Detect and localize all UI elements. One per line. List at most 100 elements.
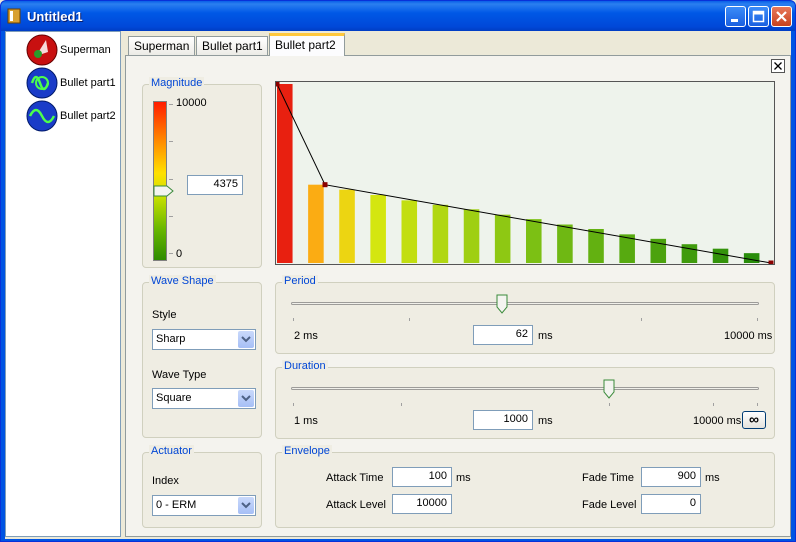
duration-input[interactable]: 1000 xyxy=(473,410,533,430)
envelope-point[interactable] xyxy=(768,260,774,266)
effect-label: Bullet part2 xyxy=(60,110,116,122)
effect-item-bullet-part2[interactable]: Bullet part2 xyxy=(26,100,120,132)
effect-graph-svg xyxy=(274,81,774,266)
chevron-down-icon[interactable] xyxy=(238,390,254,407)
chevron-down-icon[interactable] xyxy=(238,497,254,514)
duration-slider-thumb[interactable] xyxy=(603,379,615,399)
tab-bullet-part2[interactable]: Bullet part2 xyxy=(269,33,345,56)
graph-bar xyxy=(308,184,324,263)
app-icon xyxy=(7,8,21,24)
graph-bar xyxy=(432,204,449,263)
tab-superman[interactable]: Superman xyxy=(128,36,195,55)
magnitude-tick xyxy=(169,216,173,217)
window-title: Untitled1 xyxy=(27,9,83,24)
duration-tick xyxy=(713,403,714,406)
duration-min-label: 1 ms xyxy=(294,415,318,427)
attack-time-label: Attack Time xyxy=(326,472,384,484)
duration-title: Duration xyxy=(282,360,328,372)
duration-max-label: 10000 ms xyxy=(693,415,742,427)
duration-unit: ms xyxy=(538,415,553,427)
index-label: Index xyxy=(152,475,179,487)
attack-time-input[interactable]: 100 xyxy=(392,467,452,487)
superman-icon xyxy=(26,34,58,66)
attack-time-unit: ms xyxy=(456,472,471,484)
effect-item-superman[interactable]: Superman xyxy=(26,34,120,66)
tab-bullet-part1[interactable]: Bullet part1 xyxy=(196,36,268,55)
duration-slider-track[interactable] xyxy=(291,387,759,390)
chevron-down-icon[interactable] xyxy=(238,331,254,348)
client-area: Superman Bullet part1 Bullet part2 Super… xyxy=(5,31,791,539)
envelope-title: Envelope xyxy=(282,445,332,457)
period-tick xyxy=(293,318,294,321)
graph-bar xyxy=(339,189,355,263)
waveshape-title: Wave Shape xyxy=(149,275,216,287)
magnitude-group: Magnitude 10000 0 4375 xyxy=(142,77,262,268)
minimize-icon xyxy=(731,19,738,22)
envelope-point[interactable] xyxy=(322,182,328,188)
period-title: Period xyxy=(282,275,318,287)
envelope-point[interactable] xyxy=(274,81,280,87)
graph-bar xyxy=(557,224,573,263)
bullet-part1-icon xyxy=(26,67,58,99)
duration-group: Duration 1 ms 1000 ms 10000 ms ∞ xyxy=(275,360,775,439)
graph-bar xyxy=(526,219,542,263)
graph-bar xyxy=(681,244,698,263)
period-group: Period 2 ms 62 ms 10000 ms xyxy=(275,275,775,354)
minimize-button[interactable] xyxy=(725,6,746,27)
period-input[interactable]: 62 xyxy=(473,325,533,345)
graph-bar xyxy=(588,228,604,263)
effect-label: Bullet part1 xyxy=(60,77,116,89)
app-window: Untitled1 Superman Bullet part1 Bullet p… xyxy=(0,0,796,542)
magnitude-slider-thumb[interactable] xyxy=(153,185,175,197)
infinite-duration-button[interactable]: ∞ xyxy=(742,411,766,429)
wavetype-dropdown[interactable]: Square xyxy=(152,388,256,409)
magnitude-tick xyxy=(169,179,173,180)
duration-tick xyxy=(401,403,402,406)
tab-control: Superman Bullet part1 Bullet part2 Magni… xyxy=(125,31,791,537)
magnitude-input[interactable]: 4375 xyxy=(187,175,243,195)
wavetype-label: Wave Type xyxy=(152,369,207,381)
magnitude-max-label: 10000 xyxy=(176,97,207,109)
period-slider-track[interactable] xyxy=(291,302,759,305)
magnitude-gradient-bar xyxy=(153,101,167,261)
effect-item-bullet-part1[interactable]: Bullet part1 xyxy=(26,67,120,99)
style-dropdown[interactable]: Sharp xyxy=(152,329,256,350)
fade-level-input[interactable]: 0 xyxy=(641,494,701,514)
close-icon xyxy=(776,11,787,22)
maximize-button[interactable] xyxy=(748,6,769,27)
magnitude-min-label: 0 xyxy=(176,248,183,260)
fade-time-label: Fade Time xyxy=(582,472,634,484)
graph-bar xyxy=(743,253,760,263)
period-tick xyxy=(409,318,410,321)
actuator-index-dropdown[interactable]: 0 - ERM xyxy=(152,495,256,516)
effect-graph[interactable] xyxy=(274,81,775,266)
period-max-label: 10000 ms xyxy=(724,330,773,342)
effect-label: Superman xyxy=(60,44,111,56)
tab-panel: Magnitude 10000 0 4375 Wave Shape Style … xyxy=(125,55,791,537)
actuator-index-value: 0 - ERM xyxy=(156,499,197,511)
duration-tick xyxy=(757,403,758,406)
duration-tick xyxy=(609,403,610,406)
magnitude-title: Magnitude xyxy=(149,77,205,89)
close-panel-icon[interactable] xyxy=(771,59,785,73)
style-label: Style xyxy=(152,309,177,321)
effect-list[interactable]: Superman Bullet part1 Bullet part2 xyxy=(5,31,121,537)
fade-time-unit: ms xyxy=(705,472,720,484)
close-button[interactable] xyxy=(771,6,792,27)
magnitude-tick xyxy=(169,104,173,105)
graph-bar xyxy=(401,200,418,263)
attack-level-input[interactable]: 10000 xyxy=(392,494,452,514)
period-unit: ms xyxy=(538,330,553,342)
duration-tick xyxy=(293,403,294,406)
fade-time-input[interactable]: 900 xyxy=(641,467,701,487)
period-min-label: 2 ms xyxy=(294,330,318,342)
actuator-title: Actuator xyxy=(149,445,194,457)
wavetype-value: Square xyxy=(156,392,192,404)
graph-bar xyxy=(370,194,386,263)
period-tick xyxy=(641,318,642,321)
attack-level-label: Attack Level xyxy=(326,499,386,511)
period-slider-thumb[interactable] xyxy=(496,294,508,314)
magnitude-tick xyxy=(169,141,173,142)
title-bar[interactable]: Untitled1 xyxy=(1,1,795,31)
graph-bar xyxy=(712,248,729,263)
